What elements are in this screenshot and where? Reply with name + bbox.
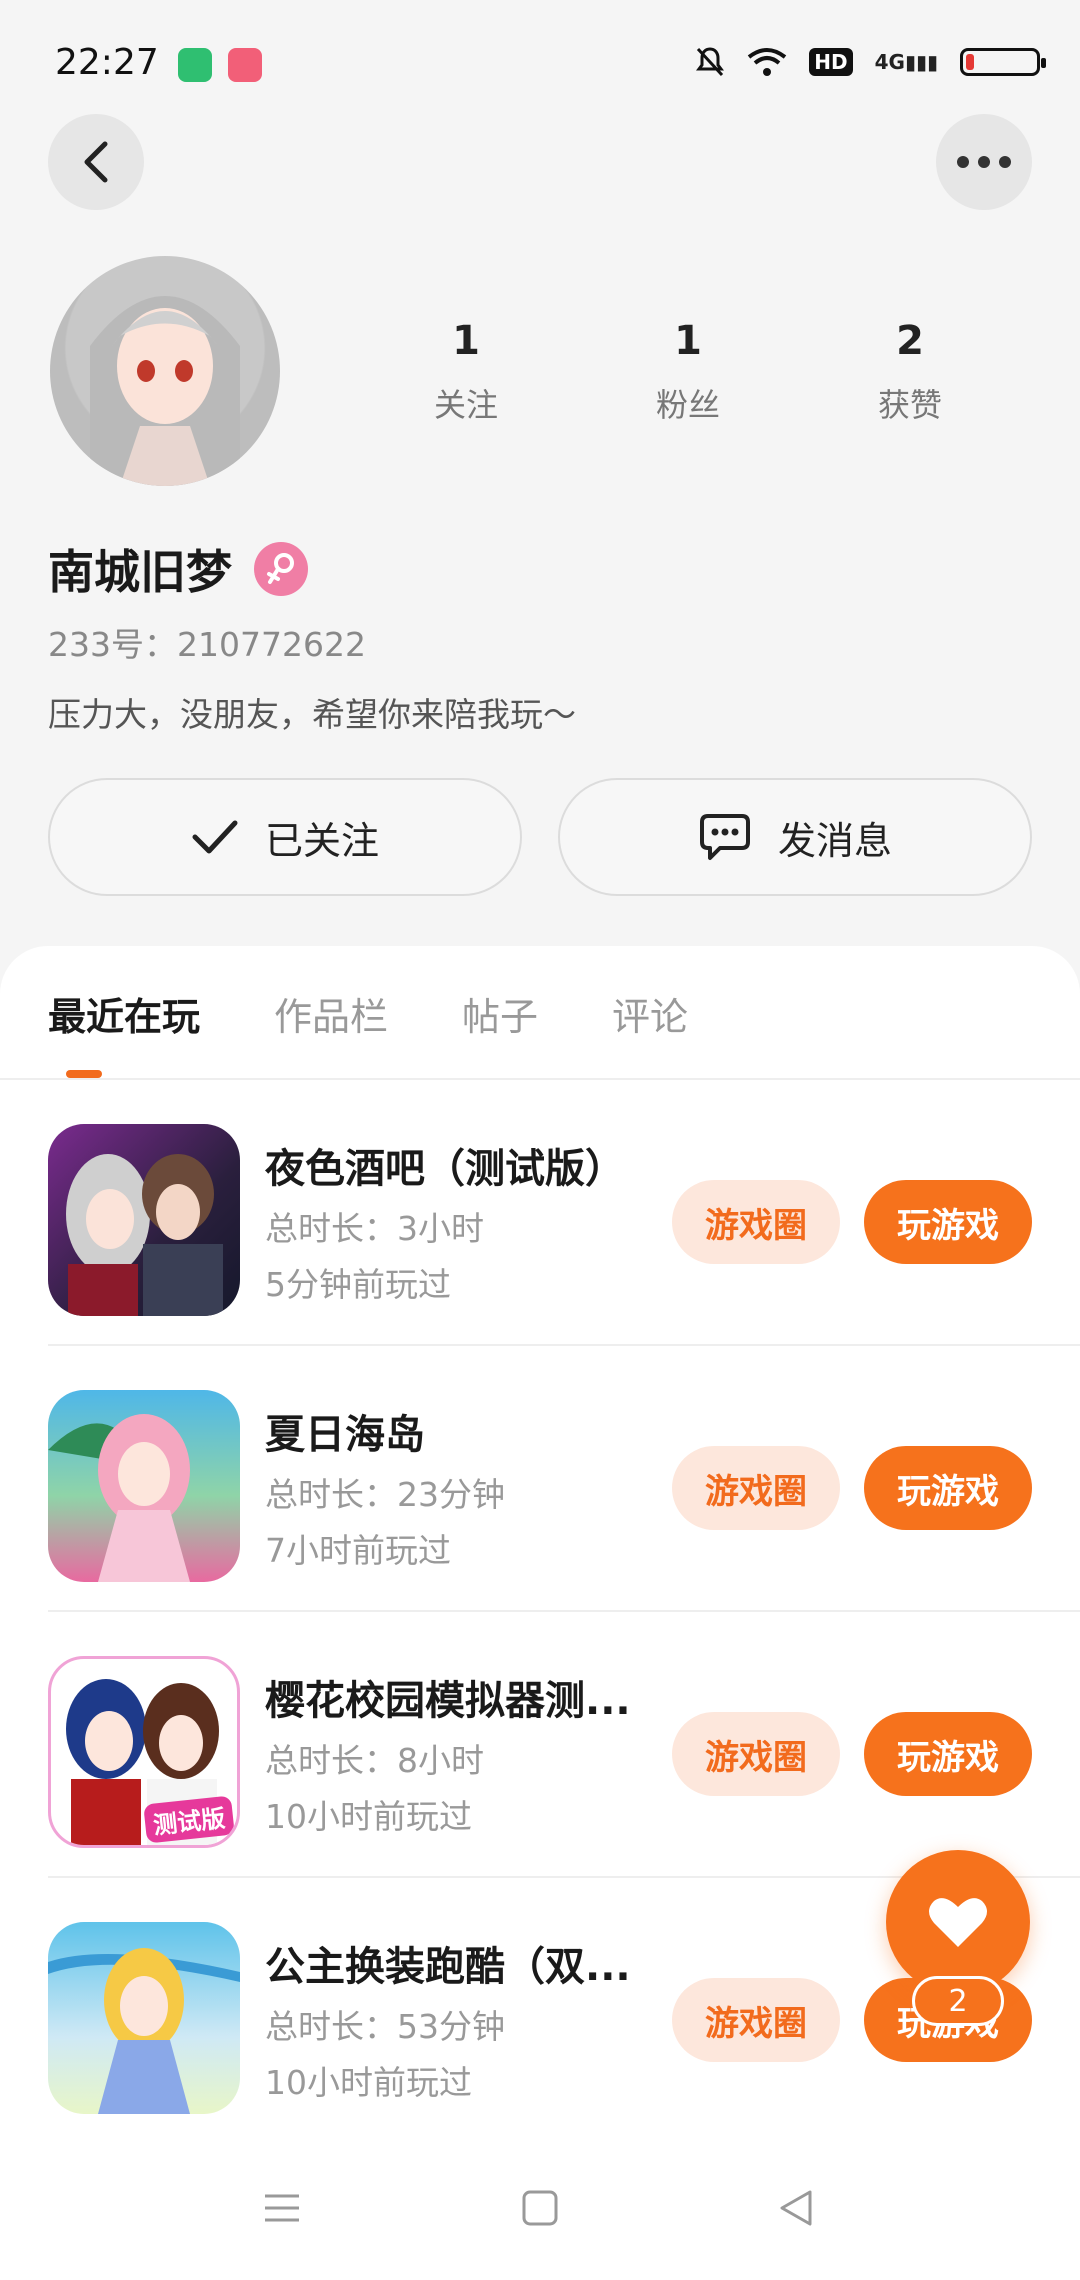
play-game-button[interactable]: 玩游戏 [864, 1446, 1032, 1530]
battery-app-icon [178, 48, 212, 82]
followed-label: 已关注 [264, 818, 379, 863]
following-label: 关注 [433, 386, 498, 424]
back-button[interactable] [48, 114, 144, 210]
game-row[interactable]: 夏日海岛 总时长：23分钟 7小时前玩过 游戏圈 玩游戏 [0, 1346, 1080, 1612]
more-dots-icon [957, 156, 1011, 168]
game-icon: 测试版 [48, 1656, 240, 1848]
chat-bubble-icon [699, 814, 750, 860]
bio: 压力大，没朋友，希望你来陪我玩～ [48, 695, 576, 734]
home-nav-icon[interactable] [520, 2188, 560, 2228]
game-icon [48, 1390, 240, 1582]
followers-stat[interactable]: 1 粉丝 [577, 318, 799, 426]
game-duration: 总时长：3小时 [265, 1209, 484, 1248]
mute-bell-icon [696, 47, 725, 77]
back-nav-icon[interactable] [776, 2188, 816, 2228]
send-message-button[interactable]: 发消息 [558, 778, 1032, 896]
tab-comments[interactable]: 评论 [612, 986, 688, 1041]
game-circle-button[interactable]: 游戏圈 [672, 1978, 840, 2062]
avatar[interactable] [50, 256, 280, 486]
menu-nav-icon[interactable] [262, 2188, 302, 2228]
game-title: 夏日海岛 [265, 1412, 425, 1458]
game-circle-button[interactable]: 游戏圈 [672, 1712, 840, 1796]
profile-stats: 1 关注 1 粉丝 2 获赞 [355, 318, 1021, 426]
likes-label: 获赞 [877, 386, 942, 424]
followers-count: 1 [674, 318, 702, 364]
back-arrow-icon [84, 141, 108, 183]
network-type: 4G [874, 50, 905, 74]
likes-count: 2 [896, 318, 924, 364]
signal-icon: 4G▮▮▮ [874, 50, 938, 74]
game-last-played: 10小时前玩过 [265, 1797, 472, 1836]
followed-button[interactable]: 已关注 [48, 778, 522, 896]
game-last-played: 7小时前玩过 [265, 1531, 451, 1570]
following-stat[interactable]: 1 关注 [355, 318, 577, 426]
like-button[interactable] [886, 1850, 1030, 1994]
system-nav-bar [0, 2160, 1080, 2280]
game-circle-button[interactable]: 游戏圈 [672, 1446, 840, 1530]
checkmark-icon [192, 820, 238, 854]
user-id: 233号：210772622 [48, 625, 366, 664]
nickname: 南城旧梦 [48, 545, 232, 599]
app-notification-icon [228, 48, 262, 82]
game-last-played: 5分钟前玩过 [265, 1265, 451, 1304]
game-row[interactable]: 测试版 樱花校园模拟器测... 总时长：8小时 10小时前玩过 游戏圈 玩游戏 [0, 1612, 1080, 1878]
game-title: 公主换装跑酷（双... [265, 1944, 631, 1990]
send-message-label: 发消息 [777, 818, 892, 863]
tab-works[interactable]: 作品栏 [274, 986, 388, 1041]
likes-stat[interactable]: 2 获赞 [799, 318, 1021, 426]
followers-label: 粉丝 [655, 386, 720, 424]
female-gender-icon [254, 542, 308, 596]
tab-posts[interactable]: 帖子 [462, 986, 538, 1041]
content-panel: 最近在玩 作品栏 帖子 评论 夜色酒吧（测试版） 总时长：3小时 5分钟前玩过 … [0, 946, 1080, 2280]
game-title: 樱花校园模拟器测... [265, 1678, 631, 1724]
following-count: 1 [452, 318, 480, 364]
game-last-played: 10小时前玩过 [265, 2063, 472, 2102]
active-tab-indicator [66, 1070, 102, 1078]
game-duration: 总时长：23分钟 [265, 1475, 505, 1514]
game-duration: 总时长：53分钟 [265, 2007, 505, 2046]
status-time: 22:27 [55, 42, 159, 83]
profile-tabs: 最近在玩 作品栏 帖子 评论 [48, 986, 762, 1041]
heart-icon [929, 1898, 987, 1947]
game-circle-button[interactable]: 游戏圈 [672, 1180, 840, 1264]
game-icon [48, 1922, 240, 2114]
tab-recently-played[interactable]: 最近在玩 [48, 986, 200, 1041]
battery-icon [960, 48, 1046, 76]
game-title: 夜色酒吧（测试版） [265, 1146, 625, 1192]
like-count-badge: 2 [912, 1976, 1004, 2026]
game-duration: 总时长：8小时 [265, 1741, 484, 1780]
play-game-button[interactable]: 玩游戏 [864, 1712, 1032, 1796]
wifi-icon [748, 48, 787, 76]
hd-icon: HD [809, 48, 853, 76]
profile-name-row: 南城旧梦 [48, 536, 308, 602]
more-options-button[interactable] [936, 114, 1032, 210]
game-icon [48, 1124, 240, 1316]
status-bar: 22:27 HD 4G▮▮▮ [0, 0, 1080, 120]
game-row[interactable]: 夜色酒吧（测试版） 总时长：3小时 5分钟前玩过 游戏圈 玩游戏 [0, 1080, 1080, 1346]
play-game-button[interactable]: 玩游戏 [864, 1180, 1032, 1264]
